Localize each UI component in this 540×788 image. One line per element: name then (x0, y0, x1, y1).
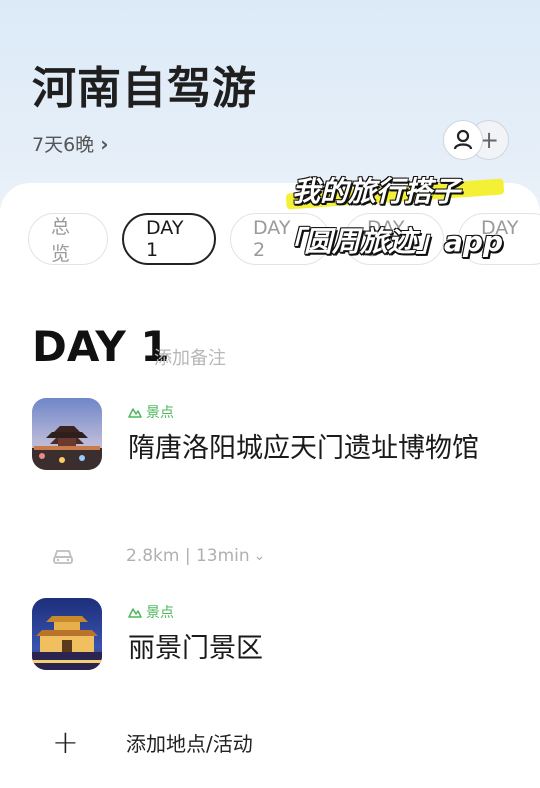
plus-icon: + (52, 723, 79, 761)
add-note-field[interactable]: 添加备注 (154, 344, 226, 370)
tab-day-4[interactable]: DAY 4 (458, 213, 540, 265)
transit-distance-time: 2.8km | 13min (126, 546, 250, 566)
car-icon (53, 550, 73, 564)
add-place-label: 添加地点/活动 (126, 732, 253, 756)
person-icon[interactable] (443, 120, 483, 160)
transit-segment[interactable]: 2.8km | 13min ⌄ (52, 542, 492, 572)
content-sheet (0, 183, 540, 788)
mountain-icon (128, 608, 142, 618)
place-type: 景点 (128, 402, 174, 422)
place-photo (32, 598, 102, 670)
collaborators[interactable]: + (443, 120, 511, 160)
trip-duration-link[interactable]: 7天6晚 › (32, 130, 108, 157)
mountain-icon (128, 408, 142, 418)
tab-day-2[interactable]: DAY 2 (230, 213, 330, 265)
place-type-label: 景点 (146, 405, 174, 421)
place-photo (32, 398, 102, 470)
add-place-button[interactable]: + 添加地点/活动 (52, 724, 472, 760)
place-type: 景点 (128, 602, 174, 622)
place-name: 隋唐洛阳城应天门遗址博物馆 (128, 433, 479, 464)
trip-title: 河南自驾游 (32, 63, 257, 114)
place-type-label: 景点 (146, 605, 174, 621)
tab-day-1[interactable]: DAY 1 (122, 213, 216, 265)
day-tabs: 总览 DAY 1 DAY 2 DAY 3 DAY 4 (28, 213, 540, 269)
place-name: 丽景门景区 (128, 633, 263, 664)
tab-day-3[interactable]: DAY 3 (344, 213, 444, 265)
day-heading: DAY 1 (32, 322, 170, 371)
chevron-right-icon: › (100, 131, 109, 156)
transit-info: 2.8km | 13min ⌄ (126, 546, 265, 566)
chevron-down-icon: ⌄ (253, 548, 266, 564)
tab-overview[interactable]: 总览 (28, 213, 108, 265)
trip-duration-text: 7天6晚 (32, 134, 95, 156)
